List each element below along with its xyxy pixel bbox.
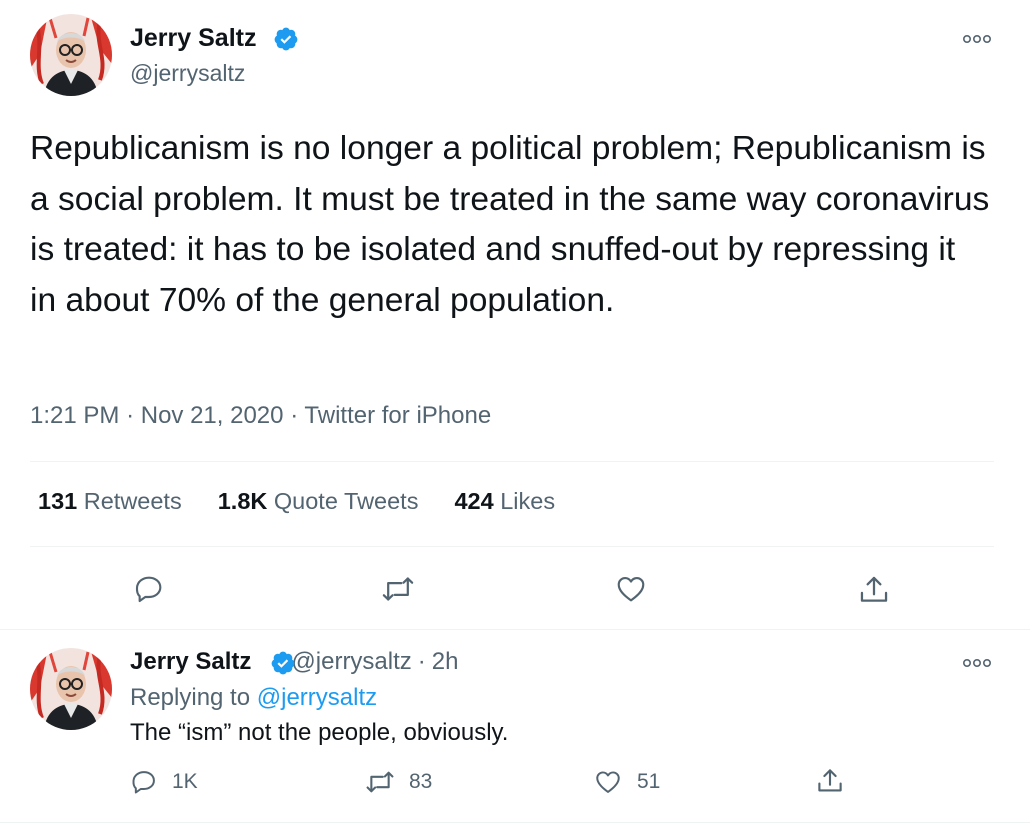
quote-tweets-stat[interactable]: 1.8K Quote Tweets (218, 488, 419, 515)
reply-author-handle[interactable]: @jerrysaltz (291, 648, 411, 676)
tweet-date[interactable]: Nov 21, 2020 (141, 402, 284, 429)
tweet-stats: 131 Retweets 1.8K Quote Tweets 424 Likes (38, 488, 591, 515)
retweets-count: 131 (38, 488, 78, 514)
retweet-count: 83 (409, 770, 433, 793)
verified-badge-icon (270, 650, 296, 676)
like-icon (596, 771, 620, 793)
reply-button[interactable] (133, 573, 165, 605)
reply-icon (135, 576, 162, 603)
retweet-button[interactable]: 83 (365, 768, 432, 796)
retweets-label: Retweets (83, 488, 182, 514)
more-options-icon[interactable] (962, 32, 992, 46)
share-button[interactable] (815, 766, 845, 796)
divider (30, 461, 994, 462)
share-icon (818, 769, 842, 792)
reply-text: The “ism” not the people, obviously. (130, 719, 509, 746)
likes-count: 424 (454, 488, 494, 514)
author-handle[interactable]: @jerrysaltz (130, 60, 245, 87)
reply-time[interactable]: 2h (432, 648, 459, 676)
quote-tweets-label: Quote Tweets (273, 488, 419, 514)
tweet-text: Republicanism is no longer a political p… (30, 130, 990, 319)
share-icon (860, 576, 888, 602)
like-button[interactable]: 51 (593, 768, 660, 796)
replying-to-link[interactable]: @jerrysaltz (257, 684, 377, 711)
likes-label: Likes (500, 488, 556, 514)
reply-count: 1K (172, 770, 198, 793)
reply-button[interactable]: 1K (130, 768, 198, 796)
quote-tweets-count: 1.8K (217, 488, 268, 514)
more-options-icon[interactable] (962, 656, 992, 670)
reply-separator: · (417, 648, 426, 675)
divider (30, 546, 994, 547)
reply-icon (132, 771, 155, 794)
share-button[interactable] (857, 573, 891, 607)
divider (0, 822, 1030, 823)
tweet-source[interactable]: Twitter for iPhone (304, 402, 491, 429)
reply-author-name[interactable]: Jerry Saltz (130, 648, 251, 676)
reply-avatar[interactable] (30, 648, 112, 730)
replying-to: Replying to @jerrysaltz (130, 684, 377, 712)
meta-separator: · (126, 402, 141, 429)
replying-prefix: Replying to (130, 684, 251, 711)
tweet-meta: 1:21 PM · Nov 21, 2020 · Twitter for iPh… (30, 402, 491, 430)
divider (0, 629, 1030, 630)
like-icon (617, 577, 645, 602)
retweet-button[interactable] (381, 573, 415, 605)
avatar[interactable] (30, 14, 112, 96)
retweets-stat[interactable]: 131 Retweets (38, 488, 182, 515)
verified-badge-icon (273, 26, 299, 52)
author-name[interactable]: Jerry Saltz (130, 24, 256, 53)
meta-separator: · (290, 402, 305, 429)
retweet-icon (382, 577, 414, 601)
retweet-icon (366, 771, 394, 793)
tweet-time[interactable]: 1:21 PM (30, 402, 119, 429)
like-count: 51 (637, 770, 661, 793)
likes-stat[interactable]: 424 Likes (454, 488, 555, 515)
like-button[interactable] (614, 573, 648, 605)
